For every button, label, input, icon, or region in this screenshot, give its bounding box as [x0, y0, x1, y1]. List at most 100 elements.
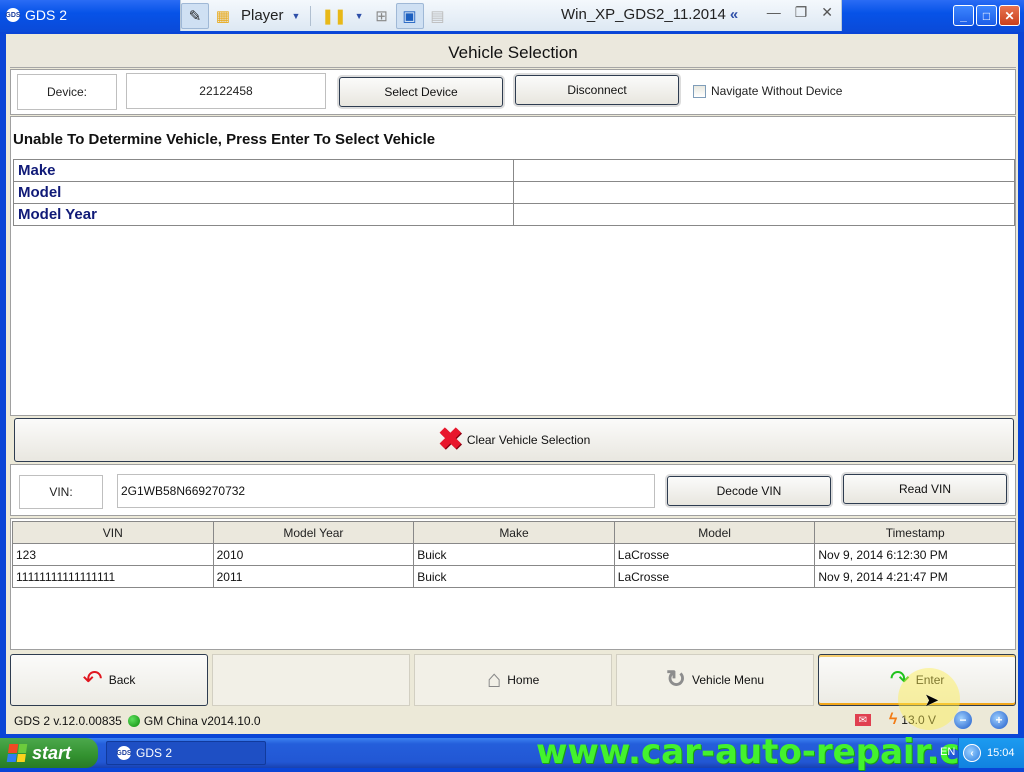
attribute-label: Model Year [13, 203, 514, 226]
page-title: Vehicle Selection [10, 38, 1016, 68]
chevron-down-icon: ▼ [291, 10, 301, 21]
vehicle-attributes-table: Make Model Model Year [13, 159, 1015, 226]
status-tools: ✉ ϟ 13.0 V − + [854, 711, 1008, 729]
collapse-chevron-icon[interactable]: « [730, 6, 738, 23]
read-vin-button[interactable]: Read VIN [843, 474, 1007, 504]
lightning-bolt-icon: ϟ [888, 711, 898, 728]
back-label: Back [108, 673, 136, 687]
table-header-row: VIN Model Year Make Model Timestamp [12, 521, 1016, 544]
back-button[interactable]: ↶ Back [10, 654, 208, 706]
column-header-timestamp[interactable]: Timestamp [814, 521, 1016, 544]
cell-make: Buick [413, 543, 615, 566]
column-header-model-year[interactable]: Model Year [212, 521, 415, 544]
vm-title-text: Win_XP_GDS2_11.2014 [561, 6, 726, 23]
vin-row: VIN: Decode VIN Read VIN [10, 464, 1016, 516]
vmware-logo-icon[interactable]: ▦ [209, 3, 237, 29]
attribute-label: Model [13, 181, 514, 204]
cell-model: LaCrosse [613, 565, 816, 588]
back-arrow-icon: ↶ [82, 666, 103, 693]
navigate-without-device-label: Navigate Without Device [711, 84, 843, 98]
navigate-without-device-checkbox[interactable] [693, 84, 706, 98]
player-restore-icon[interactable]: ❐ [795, 4, 808, 21]
table-row[interactable]: 11111111111111111 2011 Buick LaCrosse No… [12, 565, 1016, 588]
device-label: Device: [17, 74, 117, 110]
show-hidden-icons-icon[interactable]: ‹ [963, 744, 981, 762]
cell-timestamp: Nov 9, 2014 6:12:30 PM [814, 543, 1016, 566]
data-version: GM China v2014.10.0 [143, 714, 261, 728]
home-label: Home [507, 673, 540, 687]
home-icon: ⌂ [486, 666, 502, 693]
taskbar-item-gds2[interactable]: GDS GDS 2 [106, 741, 266, 765]
cell-model-year: 2010 [212, 543, 415, 566]
table-row[interactable]: 123 2010 Buick LaCrosse Nov 9, 2014 6:12… [12, 543, 1016, 566]
taskbar: start GDS GDS 2 www.car-auto-repair.com … [0, 732, 1024, 772]
select-device-button[interactable]: Select Device [339, 77, 503, 107]
unity-icon[interactable]: ▤ [424, 3, 452, 29]
send-keys-icon[interactable]: ⊞ [368, 3, 396, 29]
vehicle-history-table: VIN Model Year Make Model Timestamp 123 … [10, 518, 1016, 650]
language-indicator[interactable]: EN [940, 746, 955, 758]
empty-nav-slot [212, 654, 410, 706]
history-grid: VIN Model Year Make Model Timestamp 123 … [12, 521, 1016, 588]
player-minimize-icon[interactable]: — [767, 4, 781, 21]
attribute-row-make[interactable]: Make [13, 159, 1015, 182]
start-label: start [32, 742, 72, 763]
status-bar: GDS 2 v.12.0.00835 GM China v2014.10.0 ✉… [10, 708, 1016, 734]
pin-icon[interactable]: ✎ [181, 2, 209, 29]
start-button[interactable]: start [0, 738, 98, 768]
column-header-make[interactable]: Make [413, 521, 615, 544]
cell-vin: 11111111111111111 [12, 565, 214, 588]
navigate-without-device[interactable]: Navigate Without Device [693, 84, 842, 98]
gds-logo-icon: GDS [116, 746, 132, 760]
fullscreen-icon[interactable]: ▣ [395, 2, 424, 29]
chevron-down-icon: ▼ [354, 10, 364, 21]
decode-vin-button[interactable]: Decode VIN [667, 476, 831, 506]
vehicle-menu-button[interactable]: ↻ Vehicle Menu [616, 654, 814, 706]
cell-vin: 123 [12, 543, 214, 566]
app-title-text: GDS 2 [25, 7, 68, 23]
disconnect-button[interactable]: Disconnect [515, 75, 679, 105]
clear-vehicle-selection-button[interactable]: ✖ Clear Vehicle Selection [14, 418, 1014, 462]
maximize-button[interactable]: □ [976, 5, 997, 26]
enter-arrow-icon: ↷ [889, 666, 910, 693]
window-controls: _ □ ✕ [953, 5, 1020, 26]
separator [310, 5, 312, 26]
taskbar-item-label: GDS 2 [136, 746, 173, 760]
player-close-icon[interactable]: ✕ [821, 4, 833, 21]
cell-model: LaCrosse [613, 543, 816, 566]
attribute-value [513, 181, 1015, 204]
clear-vehicle-selection-label: Clear Vehicle Selection [466, 433, 591, 447]
enter-button[interactable]: ↷ Enter [818, 654, 1016, 706]
gds2-window: Vehicle Selection Device: 22122458 Selec… [4, 32, 1020, 736]
pause-button[interactable]: ❚❚ ▼ [317, 3, 367, 29]
windows-logo-icon [6, 744, 28, 762]
player-menu[interactable]: Player ▼ [237, 3, 304, 29]
close-button[interactable]: ✕ [999, 5, 1020, 26]
column-header-model[interactable]: Model [613, 521, 816, 544]
attribute-row-model[interactable]: Model [13, 181, 1015, 204]
minimize-button[interactable]: _ [953, 5, 974, 26]
window-content: Vehicle Selection Device: 22122458 Selec… [8, 36, 1016, 732]
cell-timestamp: Nov 9, 2014 4:21:47 PM [814, 565, 1016, 588]
system-tray: ‹ 15:04 [958, 738, 1024, 768]
zoom-out-icon[interactable]: − [954, 711, 972, 729]
software-version: GDS 2 v.12.0.00835 [14, 714, 122, 728]
zoom-in-icon[interactable]: + [990, 711, 1008, 729]
vehicle-status-message: Unable To Determine Vehicle, Press Enter… [13, 131, 436, 148]
voltage-value: 13.0 V [901, 713, 936, 727]
cell-make: Buick [413, 565, 615, 588]
device-value: 22122458 [126, 73, 326, 109]
mouse-cursor-icon: ➤ [924, 690, 940, 710]
column-header-vin[interactable]: VIN [12, 521, 214, 544]
pause-icon: ❚❚ [321, 7, 347, 25]
refresh-arrow-icon: ↻ [665, 666, 687, 693]
vehicle-panel: Unable To Determine Vehicle, Press Enter… [10, 116, 1016, 416]
vin-input[interactable] [117, 474, 655, 508]
message-icon[interactable]: ✉ [854, 714, 871, 726]
attribute-value [513, 203, 1015, 226]
vin-label: VIN: [19, 475, 103, 509]
home-button[interactable]: ⌂ Home [414, 654, 612, 706]
attribute-label: Make [13, 159, 514, 182]
attribute-row-model-year[interactable]: Model Year [13, 203, 1015, 226]
vehicle-menu-label: Vehicle Menu [692, 673, 765, 687]
